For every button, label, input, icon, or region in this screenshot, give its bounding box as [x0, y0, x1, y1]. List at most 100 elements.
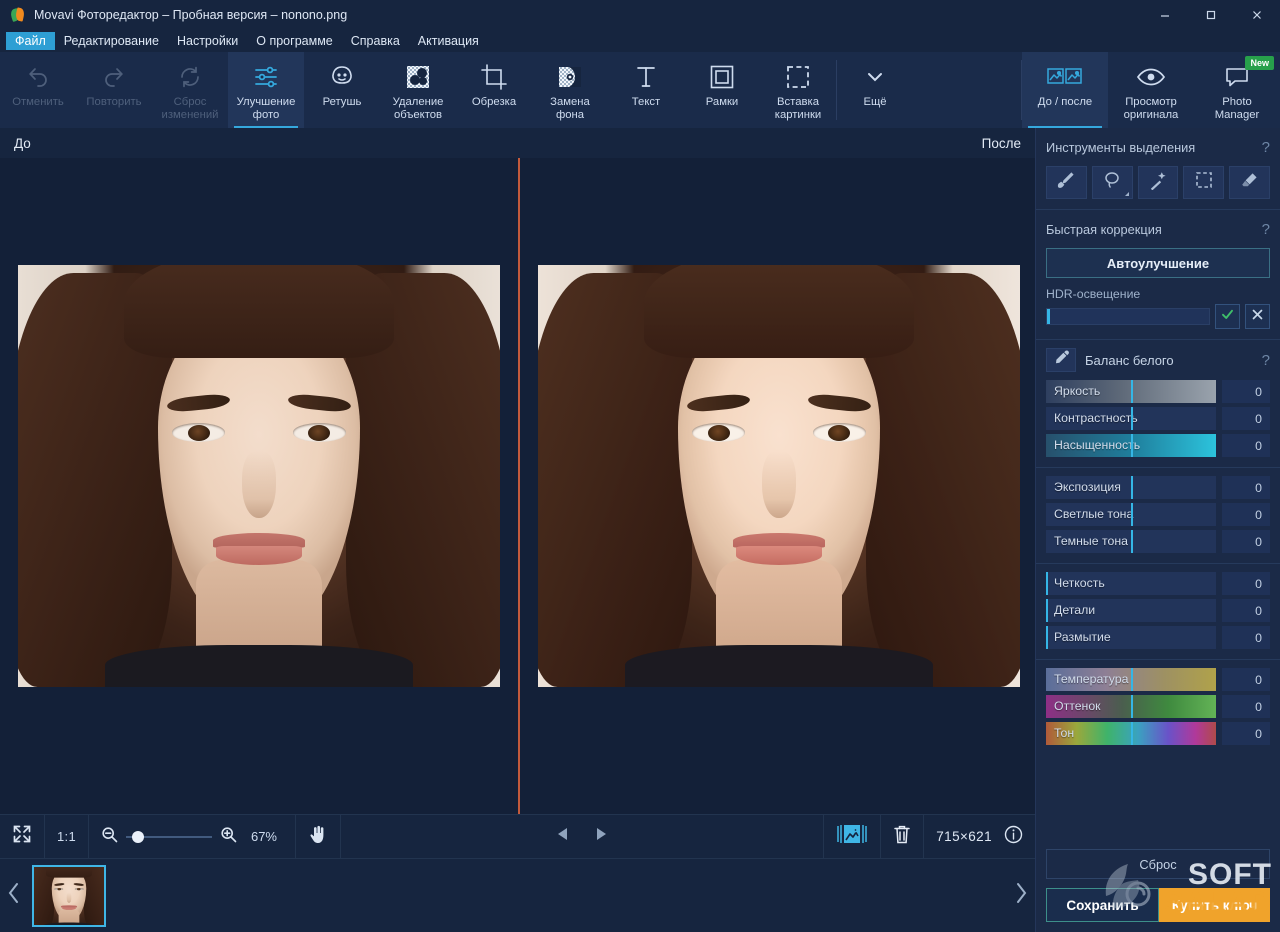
- shadows-track[interactable]: Темные тона: [1046, 530, 1216, 553]
- toolbar-before-after[interactable]: До / после: [1022, 52, 1108, 128]
- cancel-button[interactable]: [1245, 304, 1270, 329]
- close-button[interactable]: [1234, 0, 1280, 30]
- temperature-handle[interactable]: [1131, 668, 1133, 691]
- hdr-slider-handle[interactable]: [1047, 309, 1050, 324]
- zoom-slider[interactable]: [126, 836, 212, 838]
- blur-value[interactable]: 0: [1222, 626, 1270, 649]
- selection-help-icon[interactable]: ?: [1262, 139, 1270, 156]
- hdr-lighting-slider[interactable]: [1046, 308, 1210, 325]
- buy-key-button[interactable]: Купить ключ: [1159, 888, 1270, 922]
- brush-tool-button[interactable]: [1046, 166, 1087, 199]
- reset-button[interactable]: Сброс: [1046, 849, 1270, 879]
- menu-item-file[interactable]: Файл: [6, 32, 55, 51]
- toolbar-view-original[interactable]: Просмотр оригинала: [1108, 52, 1194, 128]
- details-value[interactable]: 0: [1222, 599, 1270, 622]
- info-icon[interactable]: [1004, 825, 1023, 849]
- zoom-in-icon[interactable]: [220, 826, 237, 848]
- prev-image-button[interactable]: [544, 815, 582, 859]
- hand-tool-button[interactable]: [296, 815, 341, 859]
- toolbar-undo[interactable]: Отменить: [0, 52, 76, 128]
- next-image-button[interactable]: [582, 815, 620, 859]
- lasso-tool-button[interactable]: [1092, 166, 1133, 199]
- actual-size-button[interactable]: 1:1: [45, 815, 89, 859]
- highlights-handle[interactable]: [1131, 503, 1133, 526]
- marquee-tool-button[interactable]: [1183, 166, 1224, 199]
- exposure-handle[interactable]: [1131, 476, 1133, 499]
- quick-fix-help-icon[interactable]: ?: [1262, 221, 1270, 238]
- blur-track[interactable]: Размытие: [1046, 626, 1216, 649]
- menu-item-edit[interactable]: Редактирование: [55, 32, 168, 51]
- hand-tool-icon: [308, 824, 328, 850]
- delete-image-button[interactable]: [881, 815, 924, 859]
- save-button[interactable]: Сохранить: [1046, 888, 1159, 922]
- brightness-value[interactable]: 0: [1222, 380, 1270, 403]
- highlights-value[interactable]: 0: [1222, 503, 1270, 526]
- magic-wand-tool-button[interactable]: [1138, 166, 1179, 199]
- toolbar-original-label-2: оригинала: [1124, 109, 1179, 121]
- toolbar-frames[interactable]: Рамки: [684, 52, 760, 128]
- filmstrip-prev-button[interactable]: [0, 859, 28, 932]
- contrast-track[interactable]: Контрастность: [1046, 407, 1216, 430]
- toolbar-text[interactable]: Текст: [608, 52, 684, 128]
- blur-handle[interactable]: [1046, 626, 1048, 649]
- toolbar-reset-changes[interactable]: Сброс изменений: [152, 52, 228, 128]
- toolbar-background-change[interactable]: Замена фона: [532, 52, 608, 128]
- saturation-track[interactable]: Насыщенность: [1046, 434, 1216, 457]
- sharpness-track[interactable]: Четкость: [1046, 572, 1216, 595]
- brightness-handle[interactable]: [1131, 380, 1133, 403]
- shadows-value[interactable]: 0: [1222, 530, 1270, 553]
- filmstrip-thumbnail[interactable]: [32, 865, 106, 927]
- movavi-photo-editor-window: Movavi Фоторедактор – Пробная версия – n…: [0, 0, 1280, 932]
- menu-item-about[interactable]: О программе: [247, 32, 341, 51]
- temperature-track[interactable]: Температура: [1046, 668, 1216, 691]
- zoom-slider-handle[interactable]: [132, 831, 144, 843]
- toolbar-more[interactable]: Ещё: [837, 52, 913, 128]
- tint-track[interactable]: Оттенок: [1046, 695, 1216, 718]
- fit-to-screen-button[interactable]: [0, 815, 45, 859]
- temperature-value[interactable]: 0: [1222, 668, 1270, 691]
- contrast-handle[interactable]: [1131, 407, 1133, 430]
- zoom-out-icon[interactable]: [101, 826, 118, 848]
- toolbar-photo-manager[interactable]: New Photo Manager: [1194, 52, 1280, 128]
- exposure-track[interactable]: Экспозиция: [1046, 476, 1216, 499]
- menu-item-help[interactable]: Справка: [342, 32, 409, 51]
- maximize-button[interactable]: [1188, 0, 1234, 30]
- shadows-handle[interactable]: [1131, 530, 1133, 553]
- contrast-value[interactable]: 0: [1222, 407, 1270, 430]
- tint-handle[interactable]: [1131, 695, 1133, 718]
- background-change-icon: [556, 60, 584, 94]
- toolbar-object-removal[interactable]: Удаление объектов: [380, 52, 456, 128]
- saturation-value[interactable]: 0: [1222, 434, 1270, 457]
- sharpness-value[interactable]: 0: [1222, 572, 1270, 595]
- hue-track[interactable]: Тон: [1046, 722, 1216, 745]
- toolbar-retouch[interactable]: Ретушь: [304, 52, 380, 128]
- white-balance-help-icon[interactable]: ?: [1262, 352, 1270, 369]
- white-balance-header: Баланс белого ?: [1046, 348, 1270, 372]
- eyedropper-button[interactable]: [1046, 348, 1076, 372]
- before-after-split-handle[interactable]: [518, 158, 520, 814]
- sharpness-handle[interactable]: [1046, 572, 1048, 595]
- gallery-button[interactable]: [823, 815, 881, 859]
- apply-button[interactable]: [1215, 304, 1240, 329]
- auto-enhance-button[interactable]: Автоулучшение: [1046, 248, 1270, 278]
- filmstrip-next-button[interactable]: [1007, 859, 1035, 932]
- eraser-tool-button[interactable]: [1229, 166, 1270, 199]
- toolbar-redo[interactable]: Повторить: [76, 52, 152, 128]
- hue-handle[interactable]: [1131, 722, 1133, 745]
- menu-item-activation[interactable]: Активация: [409, 32, 488, 51]
- menu-item-settings[interactable]: Настройки: [168, 32, 247, 51]
- details-track[interactable]: Детали: [1046, 599, 1216, 622]
- saturation-handle[interactable]: [1131, 434, 1133, 457]
- details-handle[interactable]: [1046, 599, 1048, 622]
- tint-value[interactable]: 0: [1222, 695, 1270, 718]
- image-canvas[interactable]: [0, 158, 1035, 814]
- toolbar-insert-image[interactable]: Вставка картинки: [760, 52, 836, 128]
- minimize-button[interactable]: [1142, 0, 1188, 30]
- toolbar-crop[interactable]: Обрезка: [456, 52, 532, 128]
- toolbar-photo-enhance[interactable]: Улучшение фото: [228, 52, 304, 128]
- brightness-track[interactable]: Яркость: [1046, 380, 1216, 403]
- lasso-submenu-indicator[interactable]: [1125, 192, 1129, 196]
- hue-value[interactable]: 0: [1222, 722, 1270, 745]
- highlights-track[interactable]: Светлые тона: [1046, 503, 1216, 526]
- exposure-value[interactable]: 0: [1222, 476, 1270, 499]
